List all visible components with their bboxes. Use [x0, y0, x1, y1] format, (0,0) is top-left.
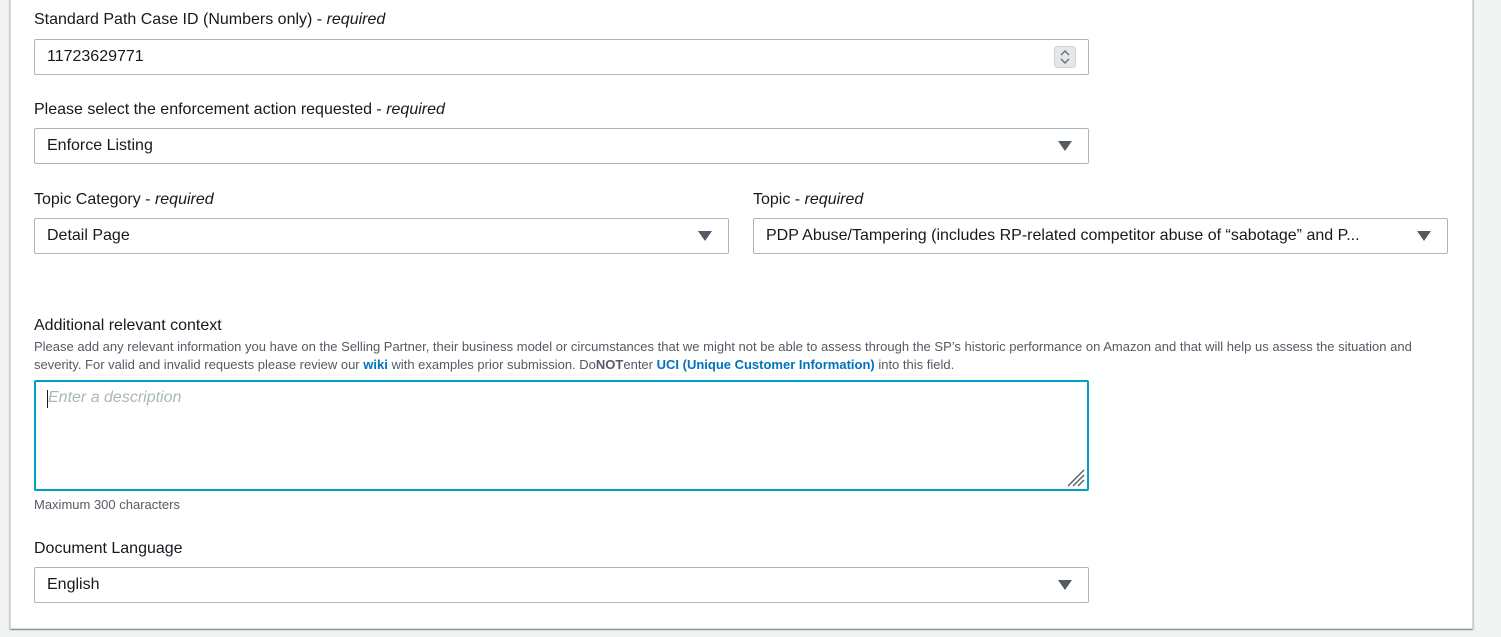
enforcement-action-label: Please select the enforcement action req…: [34, 100, 445, 120]
additional-context-description: Please add any relevant information you …: [34, 338, 1444, 374]
required-marker: required: [326, 11, 386, 28]
not-emphasis: NOT: [595, 357, 624, 372]
wiki-link[interactable]: wiki: [363, 357, 388, 372]
caret-down-icon: [1058, 141, 1072, 151]
document-language-select[interactable]: English: [34, 567, 1089, 603]
label-separator: -: [140, 191, 155, 208]
required-marker: required: [804, 191, 864, 208]
topic-select[interactable]: PDP Abuse/Tampering (includes RP-related…: [753, 218, 1448, 254]
character-limit-hint: Maximum 300 characters: [34, 497, 180, 512]
document-language-label: Document Language: [34, 540, 183, 557]
caret-down-icon: [698, 231, 712, 241]
label-separator: -: [790, 191, 805, 208]
enforcement-action-select[interactable]: Enforce Listing: [34, 128, 1089, 164]
description-text: into this field.: [874, 357, 955, 372]
required-marker: required: [386, 101, 445, 118]
label-separator: -: [312, 11, 327, 28]
description-text: enter: [623, 357, 657, 372]
description-text: with examples prior submission. Do: [387, 357, 596, 372]
topic-category-label-text: Topic Category: [34, 191, 141, 208]
label-separator: -: [371, 101, 387, 118]
additional-context-textarea[interactable]: Enter a description: [34, 380, 1089, 491]
topic-category-label: Topic Category - required: [34, 190, 214, 210]
resize-grip-icon[interactable]: [1064, 466, 1086, 488]
additional-context-label: Additional relevant context: [34, 317, 222, 334]
topic-value: PDP Abuse/Tampering (includes RP-related…: [766, 227, 1360, 244]
document-language-value: English: [47, 576, 100, 593]
number-stepper-icon[interactable]: [1054, 46, 1076, 68]
form-container: [10, 0, 1473, 629]
topic-category-select[interactable]: Detail Page: [34, 218, 729, 254]
uci-link[interactable]: UCI (Unique Customer Information): [657, 357, 875, 372]
enforcement-action-value: Enforce Listing: [47, 137, 153, 154]
topic-label-text: Topic: [753, 191, 791, 208]
case-id-value: 11723629771: [47, 48, 144, 65]
case-id-label: Standard Path Case ID (Numbers only) - r…: [34, 10, 385, 30]
textarea-placeholder: Enter a description: [48, 389, 182, 406]
required-marker: required: [154, 191, 214, 208]
caret-down-icon: [1058, 580, 1072, 590]
enforcement-action-label-text: Please select the enforcement action req…: [34, 101, 372, 118]
topic-label: Topic - required: [753, 190, 863, 210]
case-id-label-text: Standard Path Case ID (Numbers only): [34, 11, 313, 28]
topic-category-value: Detail Page: [47, 227, 130, 244]
caret-down-icon: [1417, 231, 1431, 241]
case-id-input[interactable]: 11723629771: [34, 39, 1089, 75]
